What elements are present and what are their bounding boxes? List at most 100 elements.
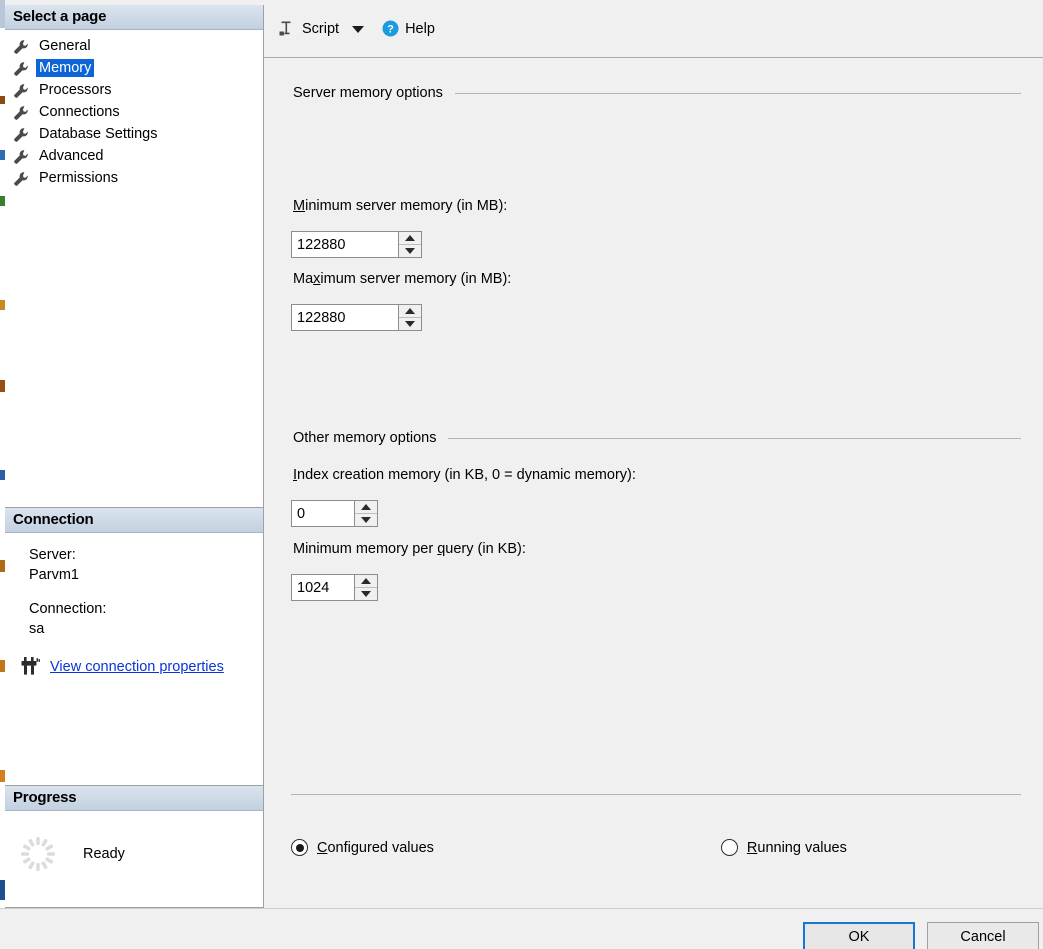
spinner-buttons bbox=[398, 305, 421, 330]
view-connection-properties-link[interactable]: View connection properties bbox=[50, 659, 224, 675]
wrench-icon bbox=[13, 127, 29, 143]
connection-panel-header: Connection bbox=[5, 508, 263, 533]
running-values-label: Running values bbox=[747, 840, 847, 856]
values-radio-group: Configured values Running values bbox=[291, 839, 1023, 856]
sidebar-item-general[interactable]: General bbox=[5, 35, 263, 57]
help-button[interactable]: ? Help bbox=[370, 14, 435, 44]
connection-value: sa bbox=[29, 621, 45, 637]
label-text: unning values bbox=[757, 839, 847, 856]
spinner-down-button[interactable] bbox=[399, 245, 421, 257]
wrench-icon bbox=[13, 83, 29, 99]
script-button-label: Script bbox=[302, 20, 340, 37]
index-creation-memory-label: Index creation memory (in KB, 0 = dynami… bbox=[293, 467, 636, 483]
sidebar-item-memory[interactable]: Memory bbox=[5, 57, 263, 79]
server-value: Parvm1 bbox=[29, 567, 79, 583]
accel-char: M bbox=[293, 198, 306, 214]
running-values-radio[interactable]: Running values bbox=[720, 839, 847, 856]
progress-panel: Ready bbox=[5, 811, 263, 907]
min-memory-per-query-input[interactable]: 1024 bbox=[292, 575, 354, 600]
spinner-up-button[interactable] bbox=[399, 232, 421, 245]
script-button[interactable]: Script bbox=[278, 14, 339, 44]
sidebar-item-database-settings[interactable]: Database Settings bbox=[5, 123, 263, 145]
index-creation-memory-input[interactable]: 0 bbox=[292, 501, 354, 526]
configured-values-label: Configured values bbox=[317, 840, 434, 856]
spinner-buttons bbox=[398, 232, 421, 257]
min-server-memory-input[interactable]: 122880 bbox=[292, 232, 398, 257]
spinner-up-button[interactable] bbox=[355, 575, 377, 588]
connection-panel: Server: Parvm1 Connection: sa View conne… bbox=[5, 533, 263, 786]
values-section-divider bbox=[291, 794, 1021, 795]
sidebar-item-connections[interactable]: Connections bbox=[5, 101, 263, 123]
sidebar-item-permissions[interactable]: Permissions bbox=[5, 167, 263, 189]
radio-dot bbox=[295, 843, 304, 852]
spinner-down-button[interactable] bbox=[355, 514, 377, 526]
min-memory-per-query-label: Minimum memory per query (in KB): bbox=[293, 541, 526, 557]
min-server-memory-spinner[interactable]: 122880 bbox=[291, 231, 422, 258]
max-server-memory-label: Maximum server memory (in MB): bbox=[293, 271, 511, 287]
spinner-buttons bbox=[354, 501, 377, 526]
min-memory-per-query-spinner[interactable]: 1024 bbox=[291, 574, 378, 601]
triangle-up-icon bbox=[361, 504, 371, 510]
label-text: onfigured values bbox=[327, 839, 434, 856]
wrench-icon bbox=[13, 105, 29, 121]
sidebar-item-advanced[interactable]: Advanced bbox=[5, 145, 263, 167]
cancel-button[interactable]: Cancel bbox=[927, 922, 1039, 949]
label-text: inimum server memory (in MB): bbox=[305, 198, 508, 214]
wrench-icon bbox=[13, 61, 29, 77]
group-divider bbox=[448, 437, 1021, 439]
group-divider bbox=[454, 92, 1021, 94]
radio-selected-icon bbox=[291, 839, 308, 856]
ok-button[interactable]: OK bbox=[803, 922, 915, 949]
chevron-down-icon[interactable] bbox=[352, 26, 365, 33]
wrench-icon bbox=[13, 149, 29, 165]
sidebar-item-label: Memory bbox=[36, 59, 95, 77]
triangle-down-icon bbox=[405, 248, 415, 254]
dialog-toolbar: Script ? Help bbox=[264, 0, 1043, 58]
spinner-down-button[interactable] bbox=[399, 318, 421, 330]
view-connection-properties-row[interactable]: View connection properties bbox=[19, 657, 263, 677]
memory-settings-pane: Server memory options Minimum server mem… bbox=[264, 59, 1043, 908]
triangle-up-icon bbox=[361, 578, 371, 584]
max-server-memory-input[interactable]: 122880 bbox=[292, 305, 398, 330]
sidebar-item-label: Processors bbox=[39, 82, 112, 98]
progress-panel-header: Progress bbox=[5, 786, 263, 811]
max-server-memory-spinner[interactable]: 122880 bbox=[291, 304, 422, 331]
triangle-up-icon bbox=[405, 308, 415, 314]
connection-label: Connection: bbox=[29, 601, 107, 617]
configured-values-radio[interactable]: Configured values bbox=[291, 839, 434, 856]
triangle-down-icon bbox=[361, 517, 371, 523]
server-properties-dialog: Select a page General Memory Processors … bbox=[0, 0, 1043, 949]
wrench-icon bbox=[13, 171, 29, 187]
page-list: General Memory Processors Connections Da… bbox=[5, 30, 263, 508]
progress-status: Ready bbox=[83, 846, 125, 862]
triangle-down-icon bbox=[405, 321, 415, 327]
sidebar: Select a page General Memory Processors … bbox=[5, 5, 264, 908]
script-icon bbox=[278, 20, 295, 37]
accel-char: R bbox=[746, 839, 758, 856]
server-memory-group-header: Server memory options bbox=[293, 85, 1021, 101]
triangle-up-icon bbox=[405, 235, 415, 241]
plug-icon bbox=[19, 657, 41, 677]
min-server-memory-label: Minimum server memory (in MB): bbox=[293, 198, 507, 214]
dialog-footer: OK Cancel bbox=[0, 908, 1043, 949]
label-text: Minimum memory per bbox=[293, 541, 438, 557]
spinner-down-button[interactable] bbox=[355, 588, 377, 600]
index-creation-memory-spinner[interactable]: 0 bbox=[291, 500, 378, 527]
spinner-up-button[interactable] bbox=[399, 305, 421, 318]
sidebar-item-label: Database Settings bbox=[39, 126, 158, 142]
other-memory-group-header: Other memory options bbox=[293, 430, 1021, 446]
sidebar-item-processors[interactable]: Processors bbox=[5, 79, 263, 101]
label-text: Ma bbox=[293, 271, 314, 287]
wrench-icon bbox=[13, 39, 29, 55]
label-text: ndex creation memory (in KB, 0 = dynamic… bbox=[297, 467, 636, 483]
accel-char: C bbox=[317, 839, 328, 856]
other-memory-group-title: Other memory options bbox=[293, 430, 437, 446]
help-button-label: Help bbox=[405, 20, 435, 37]
server-memory-group-title: Server memory options bbox=[293, 85, 443, 101]
help-circle-icon: ? bbox=[382, 20, 399, 37]
select-page-header: Select a page bbox=[5, 5, 263, 30]
spinner-up-button[interactable] bbox=[355, 501, 377, 514]
sidebar-item-label: Permissions bbox=[39, 170, 118, 186]
sidebar-item-label: Advanced bbox=[39, 148, 104, 164]
spinner-buttons bbox=[354, 575, 377, 600]
